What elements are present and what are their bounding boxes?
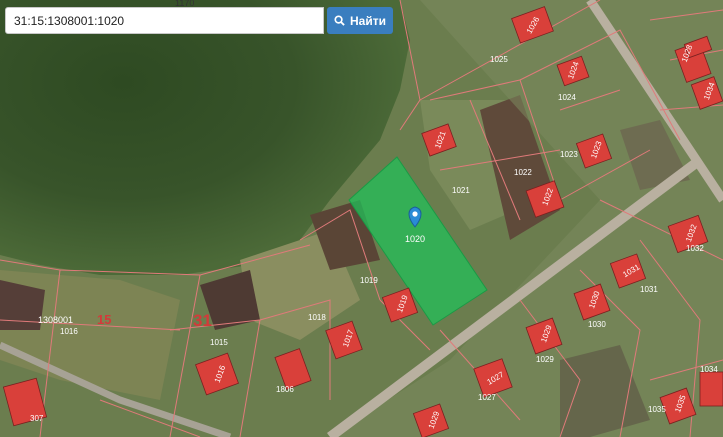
parcel-label: 1024: [558, 93, 576, 102]
search-bar: Найти: [5, 7, 393, 34]
parcel-label: 1022: [514, 168, 532, 177]
quarter-number: 15: [97, 312, 111, 327]
parcel-label: 307: [30, 414, 44, 423]
parcel-label: 1021: [452, 186, 470, 195]
map-view[interactable]: 1170 1025 1024 1023 1022 1021 1019 1018 …: [0, 0, 723, 437]
parcel-label: 1016: [60, 327, 78, 336]
parcel-label: 1027: [478, 393, 496, 402]
parcel-label: 1035: [648, 405, 666, 414]
parcel-label: 1015: [210, 338, 228, 347]
search-button[interactable]: Найти: [327, 7, 393, 34]
parcel-label: 1030: [588, 320, 606, 329]
parcel-label: 1806: [276, 385, 294, 394]
search-icon: [334, 15, 345, 26]
parcel-label: 1019: [360, 276, 378, 285]
region-number: 31: [193, 311, 212, 330]
parcel-label: 1032: [686, 244, 704, 253]
parcel-label: 1029: [536, 355, 554, 364]
quarter-label: 1308001: [38, 315, 73, 325]
map-pin-dot: [412, 211, 418, 217]
marker-label: 1020: [405, 234, 425, 244]
parcel-label: 1018: [308, 313, 326, 322]
search-input[interactable]: [5, 7, 324, 34]
parcel-label: 1031: [640, 285, 658, 294]
parcel-label: 1023: [560, 150, 578, 159]
parcel-label: 1034: [700, 365, 718, 374]
search-button-label: Найти: [350, 13, 386, 28]
parcel-label: 1025: [490, 55, 508, 64]
